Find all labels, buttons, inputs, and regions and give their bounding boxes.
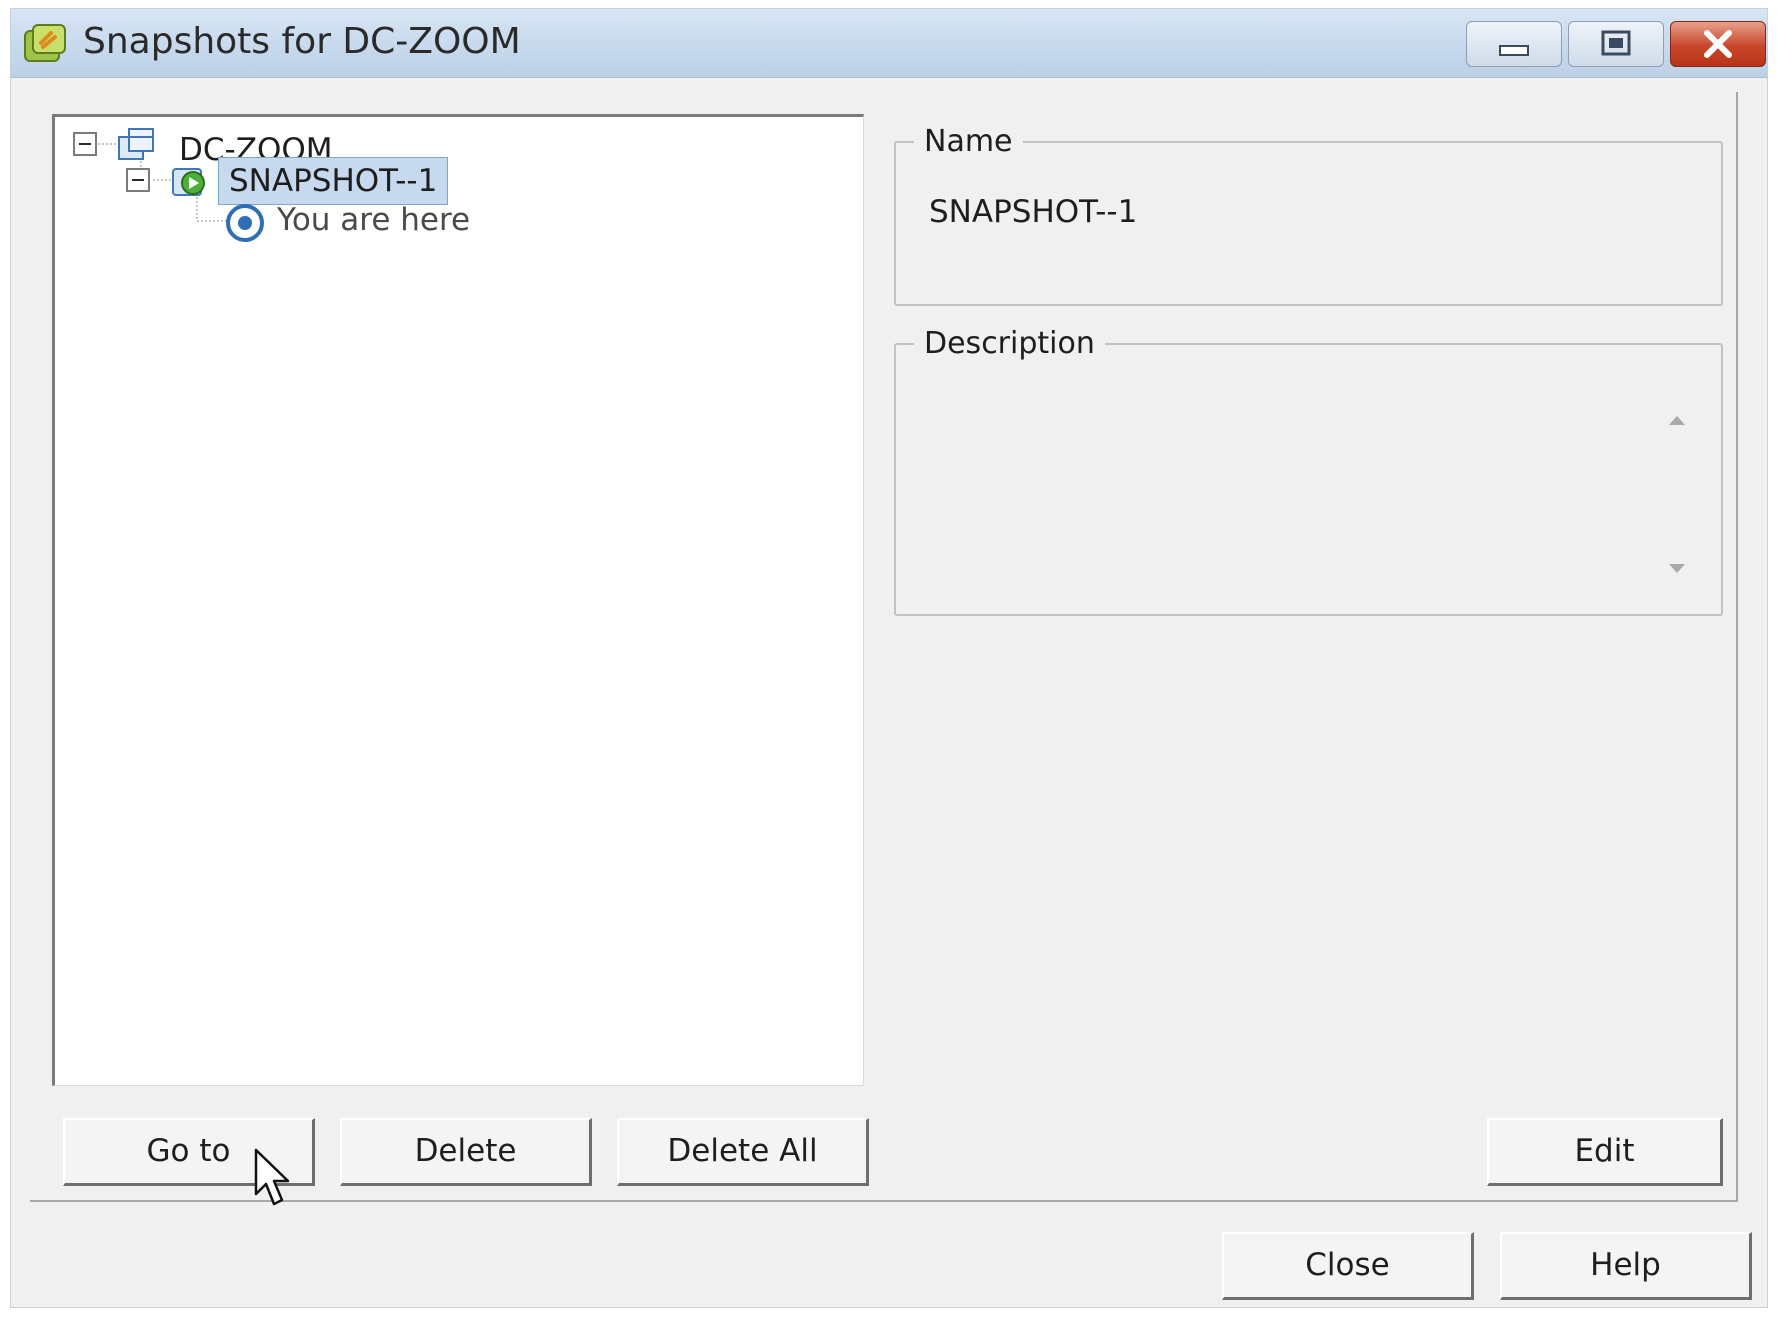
maximize-button[interactable] bbox=[1568, 21, 1664, 67]
help-button[interactable]: Help bbox=[1500, 1232, 1752, 1300]
minimize-button[interactable] bbox=[1466, 21, 1562, 67]
title-bar[interactable]: Snapshots for DC-ZOOM bbox=[11, 9, 1767, 78]
window-title: Snapshots for DC-ZOOM bbox=[83, 21, 521, 62]
close-icon bbox=[1704, 30, 1732, 58]
close-window-button[interactable] bbox=[1670, 21, 1766, 67]
collapse-icon[interactable] bbox=[72, 131, 100, 159]
vm-icon bbox=[118, 128, 154, 160]
description-text-area[interactable] bbox=[930, 396, 1630, 596]
app-icon bbox=[24, 24, 66, 62]
scroll-up-icon[interactable] bbox=[1666, 412, 1688, 428]
edit-button[interactable]: Edit bbox=[1487, 1118, 1723, 1186]
delete-button[interactable]: Delete bbox=[340, 1118, 592, 1186]
name-label: Name bbox=[924, 124, 1013, 159]
you-are-here-icon bbox=[226, 204, 264, 242]
collapse-icon[interactable] bbox=[125, 167, 153, 195]
scroll-down-icon[interactable] bbox=[1666, 561, 1688, 577]
close-button[interactable]: Close bbox=[1222, 1232, 1474, 1300]
minimize-icon bbox=[1499, 45, 1529, 56]
snapshot-tree[interactable]: DC-ZOOM SNAPSHOT--1 You are here bbox=[52, 114, 864, 1086]
tree-node-snapshot[interactable]: SNAPSHOT--1 bbox=[218, 157, 449, 205]
maximize-icon bbox=[1601, 30, 1631, 56]
snapshot-icon bbox=[172, 168, 205, 196]
tree-lines bbox=[98, 143, 227, 222]
mouse-cursor-icon bbox=[254, 1148, 290, 1206]
tree-node-you-are-here: You are here bbox=[277, 202, 471, 238]
snapshot-name-value[interactable]: SNAPSHOT--1 bbox=[929, 194, 1137, 230]
delete-all-button[interactable]: Delete All bbox=[617, 1118, 869, 1186]
description-label: Description bbox=[924, 326, 1095, 361]
